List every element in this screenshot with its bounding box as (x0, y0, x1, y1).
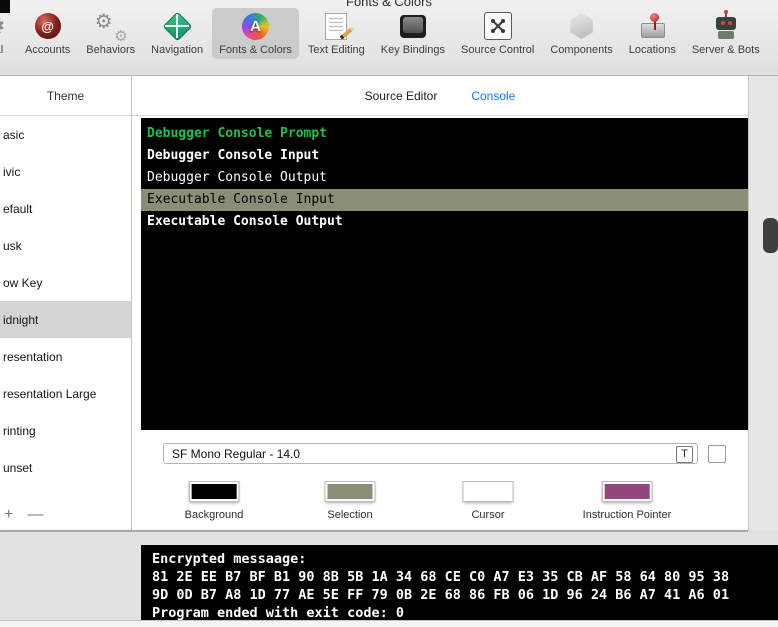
theme-list-actions: + — (4, 506, 43, 524)
font-selector-row: SF Mono Regular - 14.0 T (163, 443, 763, 467)
toolbar-item-server-bots[interactable]: Server & Bots (685, 8, 767, 59)
preferences-toolbar: Fonts & Colors ⚙ eral @ Accounts ⚙⚙ Beha… (0, 0, 778, 76)
add-theme-button[interactable]: + (4, 506, 13, 524)
gears-icon: ⚙ ⚙ (94, 11, 128, 45)
swatch-group-instruction-pointer: Instruction Pointer (582, 481, 672, 521)
theme-item-presentation-large[interactable]: resentation Large (0, 375, 131, 412)
at-icon: @ (33, 11, 63, 41)
toolbar-item-components[interactable]: Components (543, 8, 619, 59)
swatch-group-selection: Selection (324, 481, 376, 521)
toolbar-item-behaviors[interactable]: ⚙ ⚙ Behaviors (79, 8, 142, 59)
theme-item-default[interactable]: efault (0, 190, 131, 227)
toolbar-item-key-bindings[interactable]: Key Bindings (374, 8, 452, 59)
preview-row-debugger-input[interactable]: Debugger Console Input (141, 145, 748, 167)
gear-icon: ⚙ (0, 11, 9, 41)
swatch-label: Cursor (471, 509, 505, 521)
toolbar-item-fonts-colors[interactable]: A Fonts & Colors (212, 8, 299, 59)
preview-row-executable-input[interactable]: Executable Console Input (141, 189, 748, 211)
right-gutter (748, 76, 778, 530)
theme-sidebar: Theme asic ivic efault usk ow Key idnigh… (0, 76, 132, 530)
swatch-label: Instruction Pointer (582, 509, 672, 521)
navigation-icon (162, 11, 193, 41)
remove-theme-button[interactable]: — (27, 506, 43, 524)
background-window-area: Encrypted messaage: 81 2E EE B7 BF B1 90… (0, 532, 778, 627)
text-editing-icon (321, 11, 355, 41)
console-theme-preview: Debugger Console Prompt Debugger Console… (141, 118, 748, 430)
theme-item-low-key[interactable]: ow Key (0, 264, 131, 301)
toolbar-item-label: Behaviors (86, 44, 136, 56)
toolbar-item-accounts[interactable]: @ Accounts (18, 8, 77, 59)
console-line: Encrypted messaage: (152, 551, 307, 567)
toolbar-item-locations[interactable]: Locations (622, 8, 683, 59)
theme-header: Theme (0, 76, 131, 116)
theme-item-midnight[interactable]: idnight (0, 301, 131, 338)
components-icon (567, 11, 597, 41)
toolbar-item-label: Locations (628, 44, 676, 56)
theme-item-presentation[interactable]: resentation (0, 338, 131, 375)
preview-row-debugger-prompt[interactable]: Debugger Console Prompt (141, 123, 748, 145)
toolbar-item-label: Server & Bots (691, 44, 760, 56)
fonts-colors-panel: Source Editor Console Debugger Console P… (132, 76, 748, 530)
editor-console-tabs: Source Editor Console (132, 76, 748, 116)
instruction-pointer-color-well[interactable] (601, 481, 653, 502)
toolbar-item-label: Key Bindings (380, 44, 445, 56)
locations-icon (637, 11, 667, 41)
toolbar-item-source-control[interactable]: Source Control (454, 8, 541, 59)
toolbar-items: ⚙ eral @ Accounts ⚙⚙ Behaviors Navigatio… (0, 8, 767, 59)
toolbar-item-label: Navigation (151, 44, 204, 56)
background-color-well[interactable] (188, 481, 240, 502)
toolbar-item-label: Components (550, 44, 613, 56)
toolbar-item-label: eral (0, 44, 4, 56)
swatch-label: Background (184, 509, 244, 521)
preview-row-executable-output[interactable]: Executable Console Output (141, 211, 748, 233)
selection-color-well[interactable] (324, 481, 376, 502)
tab-source-editor[interactable]: Source Editor (365, 89, 438, 103)
robot-icon (711, 10, 741, 41)
toolbar-item-text-editing[interactable]: Text Editing (301, 8, 372, 59)
toolbar-item-label: Text Editing (307, 44, 365, 56)
toolbar-item-label: Source Control (461, 44, 535, 56)
scrollbar-thumb[interactable] (763, 218, 778, 253)
font-panel-button[interactable]: T (676, 446, 693, 463)
xcode-preferences-window: Fonts & Colors ⚙ eral @ Accounts ⚙⚙ Beha… (0, 0, 778, 627)
font-name-field[interactable]: SF Mono Regular - 14.0 T (163, 443, 698, 464)
toolbar-item-label: Accounts (25, 44, 71, 56)
font-extra-well[interactable] (708, 445, 726, 463)
fonts-colors-icon: A (241, 11, 271, 41)
theme-item-civic[interactable]: ivic (0, 153, 131, 190)
toolbar-item-general[interactable]: ⚙ eral (0, 8, 16, 59)
swatch-label: Selection (327, 509, 373, 521)
preview-row-debugger-output[interactable]: Debugger Console Output (141, 167, 748, 189)
corner-artifact (0, 0, 10, 13)
cursor-color-well[interactable] (462, 481, 514, 502)
tab-console[interactable]: Console (471, 89, 515, 103)
console-line: 9D 0D B7 A8 1D 77 AE 5E FF 79 0B 2E 68 8… (152, 587, 730, 603)
theme-item-basic[interactable]: asic (0, 116, 131, 153)
theme-item-dusk[interactable]: usk (0, 227, 131, 264)
toolbar-item-navigation[interactable]: Navigation (144, 8, 210, 59)
swatch-group-cursor: Cursor (462, 481, 514, 521)
source-control-icon (483, 11, 513, 41)
theme-item-printing[interactable]: rinting (0, 412, 131, 449)
theme-item-sunset[interactable]: unset (0, 449, 131, 486)
console-line: 81 2E EE B7 BF B1 90 8B 5B 1A 34 68 CE C… (152, 569, 730, 585)
swatch-group-background: Background (184, 481, 244, 521)
bottom-bar (0, 620, 778, 627)
debug-console-output: Encrypted messaage: 81 2E EE B7 BF B1 90… (141, 545, 778, 621)
toolbar-item-label: Fonts & Colors (219, 44, 292, 56)
keycap-icon (398, 11, 428, 41)
font-name-value: SF Mono Regular - 14.0 (172, 446, 301, 461)
